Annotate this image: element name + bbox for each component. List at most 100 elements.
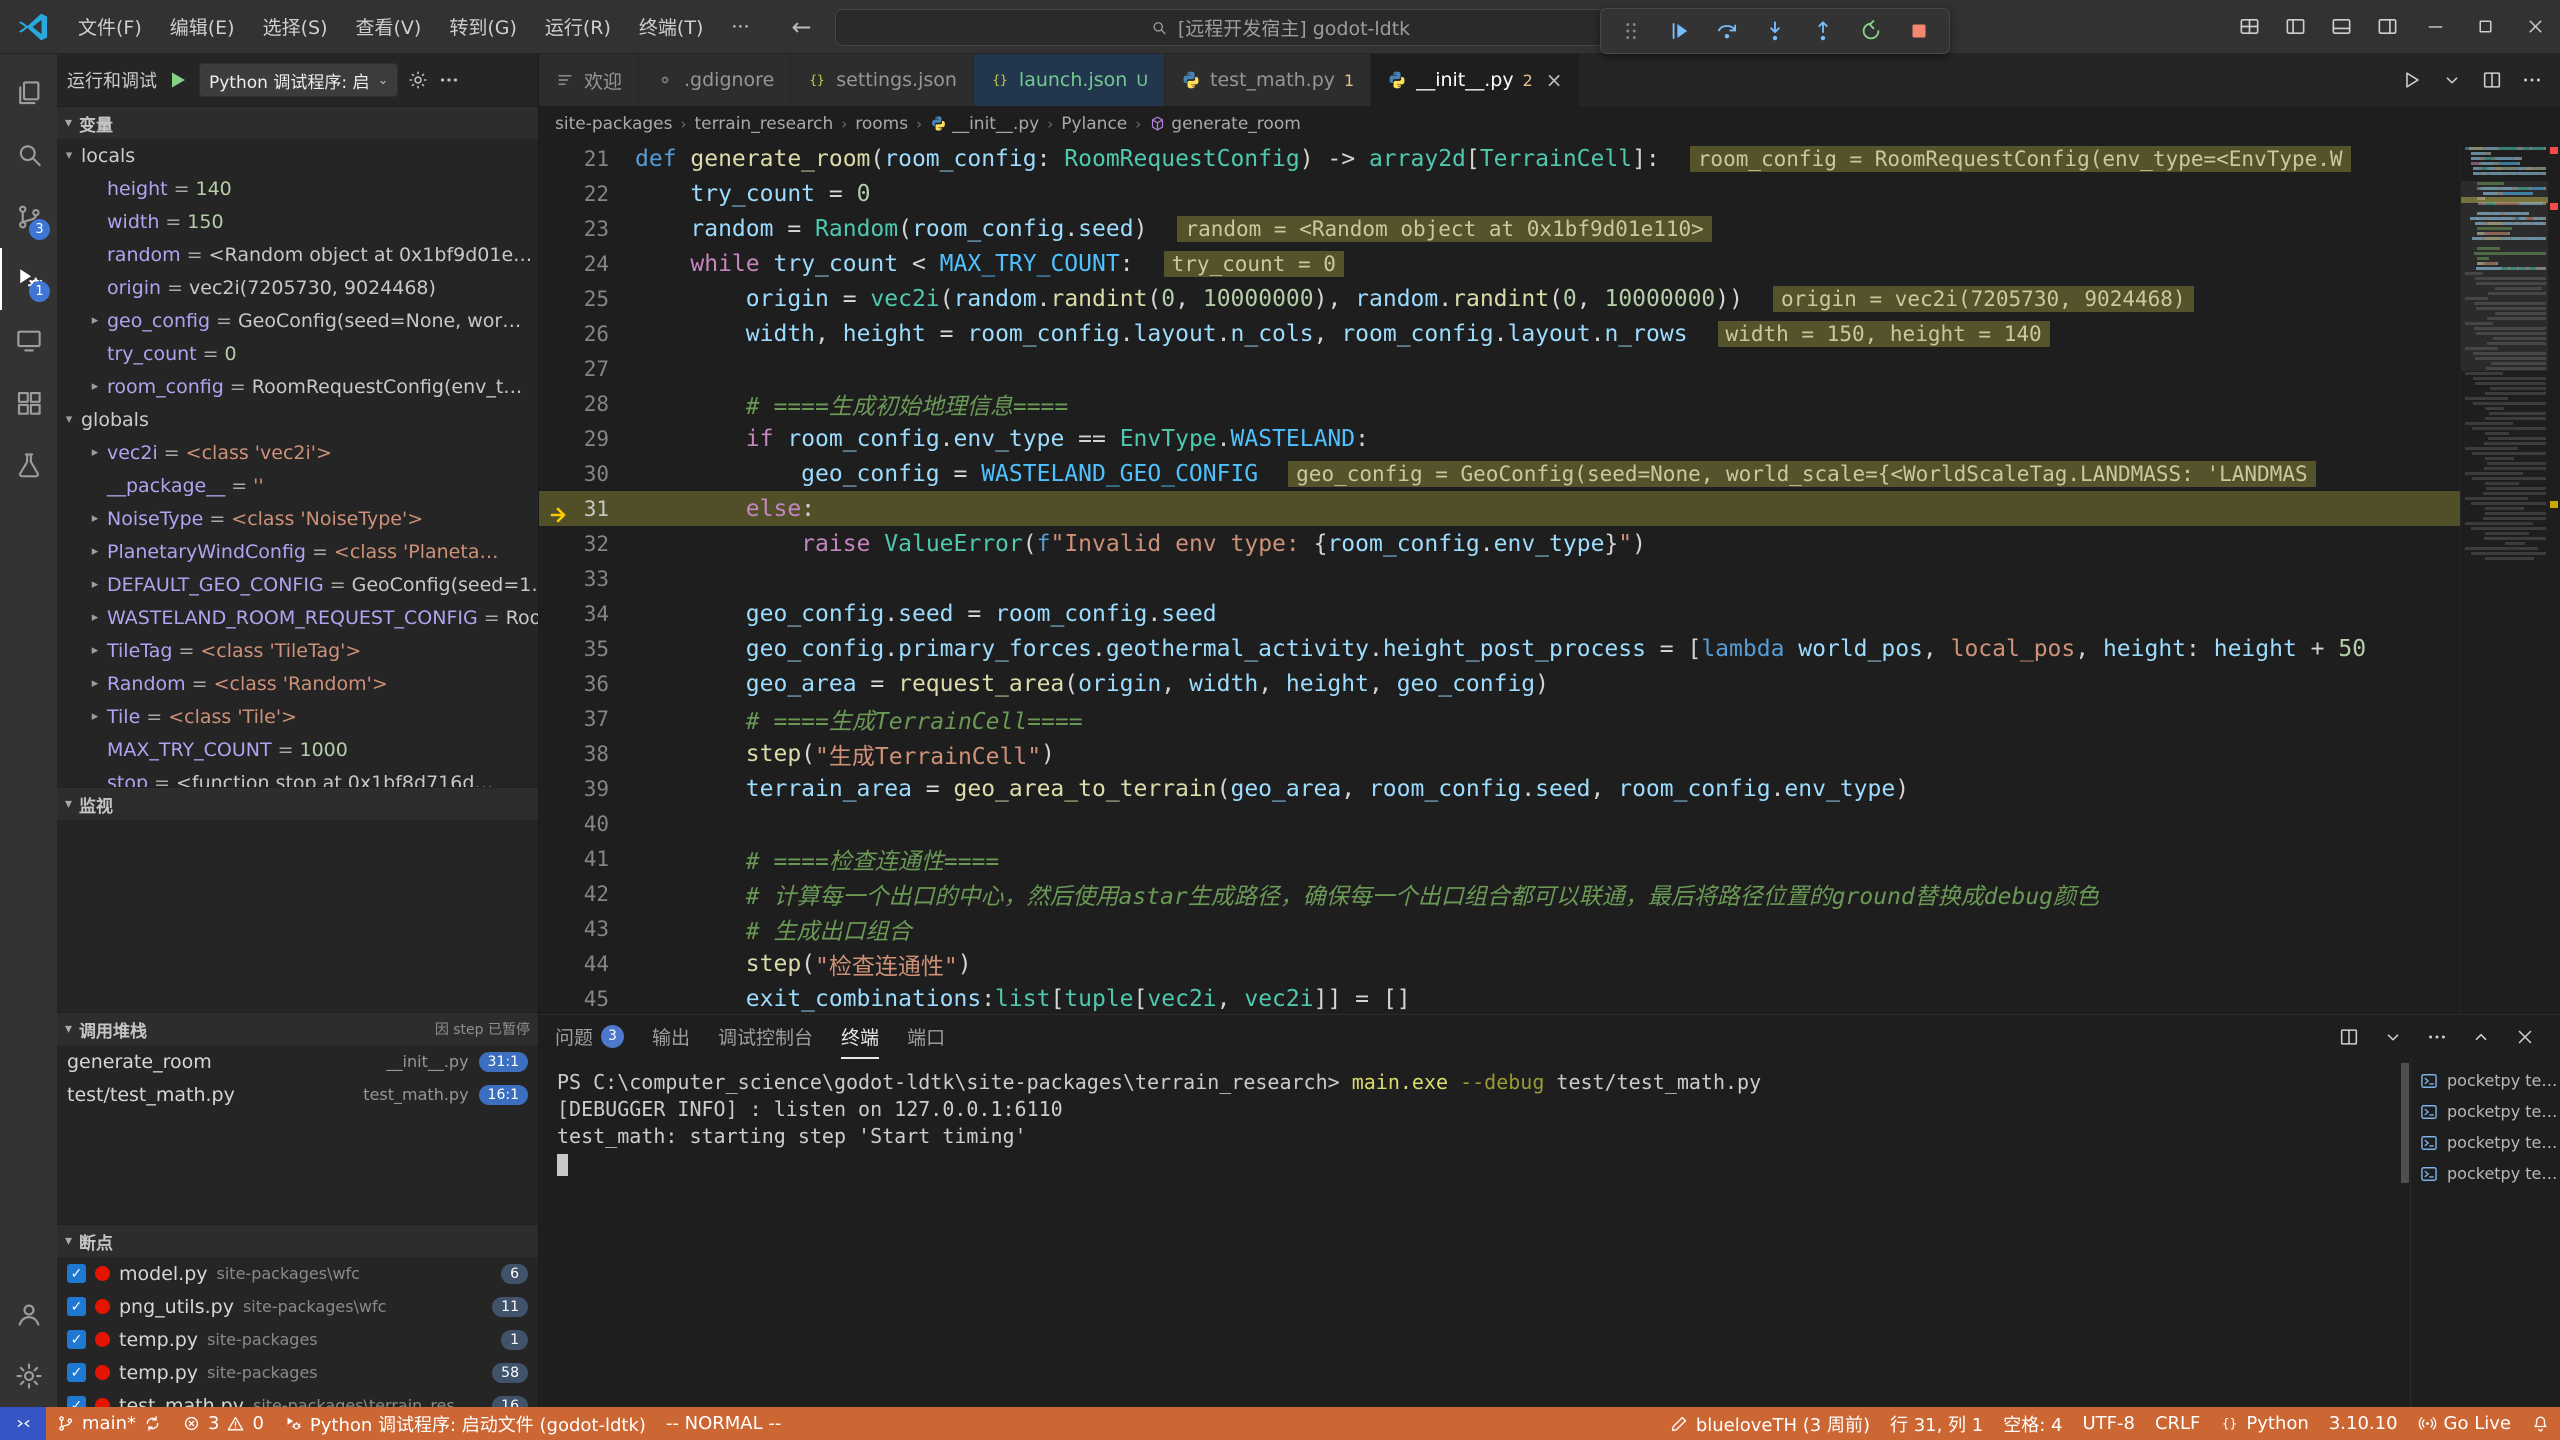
close-tab-icon[interactable]: × (1546, 68, 1563, 92)
variable-row[interactable]: ▸NoiseType=<class 'NoiseType'> (57, 502, 538, 535)
layout-grid-button[interactable] (2226, 0, 2272, 53)
status-text--- NORMAL --[interactable]: -- NORMAL -- (656, 1407, 791, 1440)
menu-2[interactable]: 选择(S) (249, 0, 342, 53)
variable-row[interactable]: ▸room_config=RoomRequestConfig(env_t… (57, 370, 538, 403)
activity-remote-explorer[interactable] (0, 310, 57, 372)
code-line[interactable]: 22 try_count = 0 (539, 176, 2460, 211)
status-git-branch-main*[interactable]: main* (46, 1407, 172, 1440)
tab-test_math.py[interactable]: test_math.py1 (1165, 54, 1371, 106)
terminal-list-item[interactable]: pocketpy te… (2411, 1065, 2560, 1096)
gear-icon[interactable] (407, 69, 429, 91)
code-line[interactable]: 43 # 生成出口组合 (539, 911, 2460, 946)
split-editor-button[interactable] (2330, 1018, 2368, 1056)
step-over-button[interactable] (1705, 12, 1749, 50)
status-broadcast-Go Live[interactable]: Go Live (2408, 1407, 2521, 1440)
restart-button[interactable] (1849, 12, 1893, 50)
more-actions-icon[interactable] (438, 69, 460, 91)
back-icon[interactable]: ← (791, 13, 811, 41)
checkbox-checked[interactable]: ✓ (67, 1330, 86, 1349)
variable-row[interactable]: origin=vec2i(7205730, 9024468) (57, 271, 538, 304)
tab-__init__.py[interactable]: __init__.py2× (1371, 54, 1579, 106)
code-line[interactable]: 29 if room_config.env_type == EnvType.WA… (539, 421, 2460, 456)
variable-row[interactable]: height=140 (57, 172, 538, 205)
layout-sidebar-right-button[interactable] (2364, 0, 2410, 53)
variable-row[interactable]: random=<Random object at 0x1bf9d01e… (57, 238, 538, 271)
scope-row[interactable]: ▾locals (57, 139, 538, 172)
breakpoint-row[interactable]: ✓test_math.pysite-packages\terrain_res…1… (57, 1389, 538, 1407)
code-line[interactable]: 33 (539, 561, 2460, 596)
activity-extensions[interactable] (0, 372, 57, 434)
scope-row[interactable]: ▾globals (57, 403, 538, 436)
code-line[interactable]: 39 terrain_area = geo_area_to_terrain(ge… (539, 771, 2460, 806)
code-line[interactable]: 34 geo_config.seed = room_config.seed (539, 596, 2460, 631)
breadcrumb-item[interactable]: terrain_research (694, 114, 833, 134)
breakpoint-row[interactable]: ✓png_utils.pysite-packages\wfc11 (57, 1290, 538, 1323)
breadcrumb-item[interactable]: site-packages (555, 114, 672, 134)
breakpoint-row[interactable]: ✓temp.pysite-packages1 (57, 1323, 538, 1356)
code-line[interactable]: 25 origin = vec2i(random.randint(0, 1000… (539, 281, 2460, 316)
variable-row[interactable]: MAX_TRY_COUNT=1000 (57, 733, 538, 766)
variable-row[interactable]: try_count=0 (57, 337, 538, 370)
status-debug-start-Python 调试程序:[interactable]: Python 调试程序: 启动文件 (godot-ldtk) (274, 1407, 656, 1440)
status-errors-3[interactable]: 30 (172, 1407, 274, 1440)
split-editor-button[interactable] (2474, 54, 2510, 106)
breakpoints-section-header[interactable]: ▾ 断点 (57, 1224, 538, 1257)
breadcrumb-item[interactable]: generate_room (1149, 114, 1301, 134)
continue-button[interactable] (1657, 12, 1701, 50)
watch-section-header[interactable]: ▾ 监视 (57, 787, 538, 820)
variables-section-header[interactable]: ▾ 变量 (57, 106, 538, 139)
maximize-button[interactable] (2460, 0, 2510, 53)
step-into-button[interactable] (1753, 12, 1797, 50)
chevron-down-button[interactable] (2434, 54, 2470, 106)
code-line[interactable]: 31 else: (539, 491, 2460, 526)
stack-frame[interactable]: test/test_math.pytest_math.py16:1 (57, 1078, 538, 1111)
status-remote-indicator[interactable] (0, 1407, 46, 1440)
chevron-down-button[interactable] (2374, 1018, 2412, 1056)
activity-source-control[interactable]: 3 (0, 186, 57, 248)
minimap[interactable] (2460, 141, 2560, 1014)
code-line[interactable]: 44 step("检查连通性") (539, 946, 2460, 981)
code-line[interactable]: 38 step("生成TerrainCell") (539, 736, 2460, 771)
checkbox-checked[interactable]: ✓ (67, 1396, 86, 1407)
menu-3[interactable]: 查看(V) (342, 0, 436, 53)
checkbox-checked[interactable]: ✓ (67, 1264, 86, 1283)
close-button[interactable] (2506, 1018, 2544, 1056)
command-center[interactable]: [远程开发宿主] godot-ldtk (835, 9, 1725, 46)
activity-testing[interactable] (0, 434, 57, 496)
terminal-list-item[interactable]: pocketpy te… (2411, 1158, 2560, 1189)
code-editor[interactable]: 21def generate_room(room_config: RoomReq… (539, 141, 2560, 1014)
variable-row[interactable]: ▸vec2i=<class 'vec2i'> (57, 436, 538, 469)
checkbox-checked[interactable]: ✓ (67, 1363, 86, 1382)
panel-tab-调试控制台[interactable]: 调试控制台 (718, 1015, 813, 1059)
code-line[interactable]: 30 geo_config = WASTELAND_GEO_CONFIGgeo_… (539, 456, 2460, 491)
code-line[interactable]: 36 geo_area = request_area(origin, width… (539, 666, 2460, 701)
terminal-list-item[interactable]: pocketpy te… (2411, 1127, 2560, 1158)
code-line[interactable]: 40 (539, 806, 2460, 841)
activity-account[interactable] (0, 1283, 57, 1345)
panel-tab-端口[interactable]: 端口 (907, 1015, 945, 1059)
status-bell[interactable] (2521, 1407, 2560, 1440)
terminal-list-item[interactable]: pocketpy te… (2411, 1096, 2560, 1127)
panel-tab-终端[interactable]: 终端 (841, 1015, 879, 1059)
variable-row[interactable]: ▸Random=<class 'Random'> (57, 667, 538, 700)
call-stack-section-header[interactable]: ▾ 调用堆栈 因 step 已暂停 (57, 1012, 538, 1045)
status-text-UTF-8[interactable]: UTF-8 (2072, 1407, 2144, 1440)
variable-row[interactable]: ▸PlanetaryWindConfig=<class 'Planeta… (57, 535, 538, 568)
menu-0[interactable]: 文件(F) (64, 0, 156, 53)
layout-sidebar-left-button[interactable] (2272, 0, 2318, 53)
panel-tab-输出[interactable]: 输出 (652, 1015, 690, 1059)
code-line[interactable]: 32 raise ValueError(f"Invalid env type: … (539, 526, 2460, 561)
chevron-up-button[interactable] (2462, 1018, 2500, 1056)
more-button[interactable] (2418, 1018, 2456, 1056)
menu-1[interactable]: 编辑(E) (156, 0, 249, 53)
status-text-行 31, 列 1[interactable]: 行 31, 列 1 (1880, 1407, 1993, 1440)
activity-search[interactable] (0, 124, 57, 186)
menu-6[interactable]: 终端(T) (625, 0, 717, 53)
status-text-3.10.10[interactable]: 3.10.10 (2319, 1407, 2408, 1440)
code-line[interactable]: 35 geo_config.primary_forces.geothermal_… (539, 631, 2460, 666)
breadcrumb-item[interactable]: rooms (855, 114, 908, 134)
activity-explorer[interactable] (0, 62, 57, 124)
menu-7[interactable]: ··· (717, 0, 763, 53)
code-line[interactable]: 41 # ====检查连通性==== (539, 841, 2460, 876)
breakpoint-row[interactable]: ✓model.pysite-packages\wfc6 (57, 1257, 538, 1290)
